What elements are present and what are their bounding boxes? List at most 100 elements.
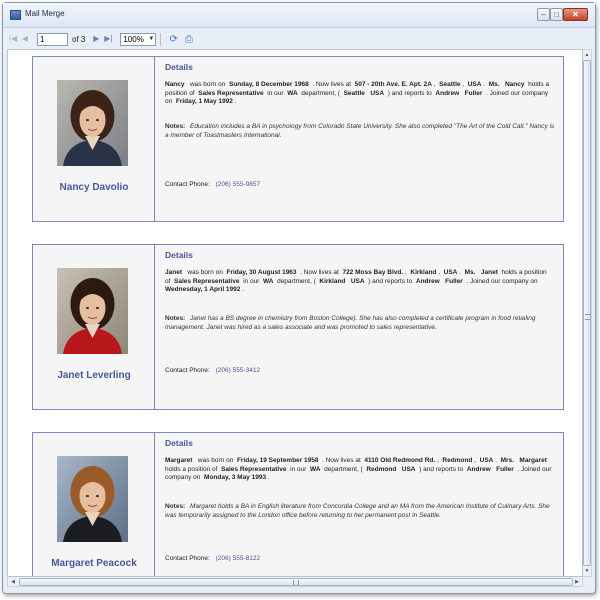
country: USA [467,81,482,88]
dept-label: department, ( [301,89,340,97]
notes-label: Notes: [165,503,186,510]
position-label: holds a position of [165,465,218,473]
manager-first-name: Andrew [466,465,491,473]
window-title: Mail Merge [25,9,65,18]
dept-label: department, ( [324,465,363,473]
details-heading: Details [165,250,193,260]
dept-country: USA [350,277,365,285]
manager-last-name: Fuller [445,277,463,285]
vertical-scrollbar[interactable]: ▲ ▼ [583,49,592,577]
refresh-icon[interactable]: ⟳ [167,33,180,46]
chevron-down-icon: ▼ [148,35,155,42]
scroll-up-arrow-icon[interactable]: ▲ [583,51,591,59]
toolbar-separator [160,32,162,46]
last-page-icon[interactable]: ▶| [102,32,114,46]
first-page-icon[interactable]: |◀ [7,32,19,46]
employee-card: Janet Leverling Details Janet was born o… [32,244,564,410]
manager-first-name: Andrew [415,277,440,285]
contact-label: Contact Phone: [165,555,210,562]
next-page-icon[interactable]: ▶ [90,32,102,46]
first-name: Margaret [165,457,193,464]
notes-text: Janet has a BS degree in chemistry from … [165,315,536,331]
employee-photo-panel: Nancy Davolio [33,57,155,221]
lives-label: . Now lives at [300,269,339,276]
employee-notes: Notes: Janet has a BS degree in chemistr… [165,315,555,332]
employee-name: Nancy Davolio [59,182,129,193]
in-label: in our [290,465,307,473]
address: 507 - 20th Ave. E. Apt. 2A [354,81,432,88]
print-icon[interactable]: ⎙ [182,33,195,46]
scroll-down-arrow-icon[interactable]: ▼ [583,567,591,575]
page-count-label: of 3 [72,34,86,44]
employee-notes: Notes: Margaret holds a BA in English li… [165,503,555,520]
vertical-scroll-thumb[interactable] [583,60,591,566]
dept-country: USA [370,89,385,97]
app-icon [10,10,21,20]
phone-number: (206) 555-9857 [215,181,261,188]
first-name-repeat: Janet [480,269,498,276]
in-label: in our [243,277,260,285]
employee-photo-panel: Margaret Peacock [33,433,155,576]
first-name: Janet [165,269,182,276]
scroll-right-arrow-icon[interactable]: ▶ [573,578,581,586]
position: Sales Representative [198,89,264,97]
born-label: was born on [197,457,234,464]
country: USA [443,269,458,276]
phone-number: (206) 555-8122 [215,555,261,562]
birth-date: Friday, 19 September 1958 [236,457,319,464]
employee-details: Details Janet was born on Friday, 30 Aug… [156,245,563,409]
address: 4110 Old Redmond Rd. [364,457,436,464]
employee-details: Details Nancy was born on Sunday, 8 Dece… [156,57,563,221]
page-number-input[interactable]: 1 [37,32,68,46]
employee-photo [57,268,128,354]
employee-photo-panel: Janet Leverling [33,245,155,409]
minimize-button[interactable]: – [537,8,550,21]
country: USA [479,457,494,464]
close-button[interactable]: ✕ [563,8,588,21]
dept-label: department, ( [277,277,316,285]
employee-details: Details Margaret was born on Friday, 19 … [156,433,563,576]
notes-label: Notes: [165,123,186,130]
employee-card: Nancy Davolio Details Nancy was born on … [32,56,564,222]
contact-phone-row: Contact Phone: (206) 555-3412 [165,367,260,374]
lives-label: . Now lives at [312,81,351,88]
horizontal-scrollbar[interactable]: ◀ ▶ [7,578,583,587]
city: Seattle [439,81,461,88]
birth-date: Friday, 30 August 1963 [226,269,297,276]
notes-text: Margaret holds a BA in English literatur… [165,503,550,519]
dept-city: Redmond [366,465,397,473]
title-bar[interactable]: Mail Merge – □ ✕ [3,3,595,28]
employee-name: Margaret Peacock [51,558,137,569]
horizontal-scroll-thumb[interactable] [19,578,573,586]
prev-page-icon[interactable]: ◀ [19,32,31,46]
joined-label: . Joined our company on [466,277,538,285]
contact-label: Contact Phone: [165,367,210,374]
mail-merge-window: Mail Merge – □ ✕ |◀ ◀ 1 of 3 ▶ ▶| 100% ▼… [2,2,596,594]
contact-phone-row: Contact Phone: (206) 555-9857 [165,181,260,188]
hire-date: Friday, 1 May 1992 [175,98,233,106]
born-label: was born on [187,269,223,276]
region: WA [262,277,274,285]
maximize-button[interactable]: □ [550,8,563,21]
first-name-repeat: Nancy [504,81,525,88]
manager-last-name: Fuller [496,465,514,473]
employee-name: Janet Leverling [57,370,131,381]
employee-notes: Notes: Education includes a BA in psycho… [165,123,555,140]
employee-photo [57,456,128,542]
manager-last-name: Fuller [464,89,483,97]
born-label: was born on [189,81,226,88]
report-toolbar: |◀ ◀ 1 of 3 ▶ ▶| 100% ▼ ⟳ ⎙ [7,30,592,48]
zoom-select[interactable]: 100% ▼ [120,32,157,46]
hire-date: Wednesday, 1 April 1992 [165,286,241,294]
scroll-left-arrow-icon[interactable]: ◀ [9,578,17,586]
dept-city: Kirkland [319,277,346,285]
first-name: Nancy [165,81,185,88]
hire-date: Monday, 3 May 1993 [204,474,267,482]
reports-label: ) and reports to [419,465,464,473]
lives-label: . Now lives at [322,457,361,464]
report-viewport[interactable]: Nancy Davolio Details Nancy was born on … [7,49,583,577]
first-name-repeat: Margaret [519,457,547,464]
dept-country: USA [401,465,416,473]
reports-label: ) and reports to [387,89,432,97]
dept-city: Seattle [343,89,365,97]
